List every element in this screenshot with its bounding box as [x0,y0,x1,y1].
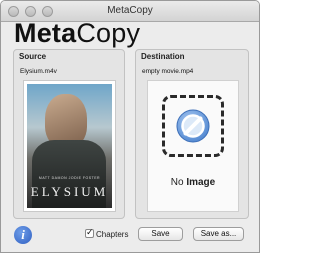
destination-title: Destination [141,52,185,61]
source-filename: Elysium.m4v [20,68,57,75]
window-title: MetaCopy [107,5,153,16]
poster-title: ELYSIUM [30,184,109,199]
poster-image: MATT DAMON JODIE FOSTER ELYSIUM [27,84,112,208]
chapters-label: Chapters [96,230,129,239]
app-logo: MetaCopy [14,18,140,49]
info-icon[interactable]: i [14,226,32,244]
save-button[interactable]: Save [138,227,183,241]
no-image-label: No Image [148,177,238,188]
checkbox-checked-icon[interactable] [85,227,94,238]
destination-artwork-dropzone[interactable]: No Image [147,80,239,212]
logo-regular-text: Copy [76,18,141,48]
logo-bold-text: Meta [14,18,77,48]
source-title: Source [19,52,47,61]
destination-filename: empty movie.mp4 [142,68,194,75]
poster-cast: MATT DAMON JODIE FOSTER [38,176,101,180]
chapters-checkbox[interactable]: Chapters [85,227,129,239]
metacopy-window: MetaCopy MetaCopy Source Elysium.m4v MAT… [0,0,260,253]
prohibited-icon [176,109,210,143]
save-as-button[interactable]: Save as... [193,227,244,241]
no-image-prefix: No [170,177,184,188]
source-panel: Source Elysium.m4v MATT DAMON JODIE FOST… [13,49,125,219]
destination-panel: Destination empty movie.mp4 No Image [135,49,249,219]
no-image-suffix: Image [186,177,216,188]
source-artwork[interactable]: MATT DAMON JODIE FOSTER ELYSIUM [23,80,116,212]
